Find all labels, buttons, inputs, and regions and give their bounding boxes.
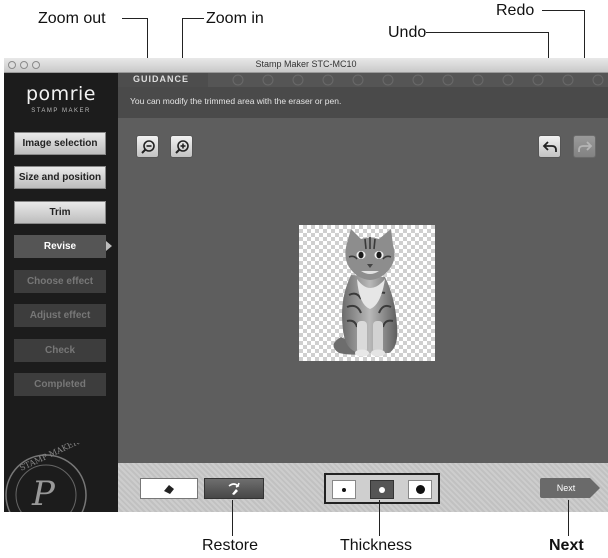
editing-canvas[interactable] — [118, 118, 608, 463]
step-label: Adjust effect — [29, 310, 91, 321]
thickness-group — [324, 473, 440, 504]
callout-line — [568, 500, 569, 536]
guidance-text: You can modify the trimmed area with the… — [130, 96, 342, 106]
callout-thickness: Thickness — [340, 537, 413, 554]
step-label: Completed — [34, 379, 86, 390]
guidance-panel: GUIDANCE You can modify the trimmed area… — [118, 73, 608, 118]
callout-zoom-out: Zoom out — [38, 10, 106, 27]
eraser-button[interactable] — [140, 478, 198, 499]
app-logo: pomrie — [26, 83, 96, 105]
callout-zoom-in: Zoom in — [206, 10, 264, 27]
trimmed-image-area[interactable] — [299, 225, 435, 361]
guidance-pattern — [118, 73, 608, 87]
callout-line — [426, 32, 549, 33]
small-dot-icon — [342, 487, 346, 492]
step-size-and-position[interactable]: Size and position — [14, 166, 106, 189]
svg-text:STAMP MAKER: STAMP MAKER — [18, 443, 81, 473]
undo-icon — [542, 140, 557, 152]
logo-subtitle: STAMP MAKER — [31, 108, 91, 114]
step-label: Revise — [43, 241, 77, 252]
step-label: Trim — [49, 207, 71, 218]
window-title: Stamp Maker STC-MC10 — [255, 59, 357, 69]
sidebar: pomrie STAMP MAKER Image selection Size … — [4, 73, 118, 512]
svg-text:P: P — [31, 474, 56, 512]
step-label: Choose effect — [26, 276, 94, 287]
zoom-out-icon — [140, 139, 155, 154]
callout-line — [542, 10, 585, 11]
callout-redo: Redo — [496, 2, 535, 19]
guidance-title: GUIDANCE — [133, 74, 190, 84]
callout-next: Next — [549, 537, 584, 554]
next-button-label: Next — [556, 483, 576, 493]
next-button[interactable]: Next — [540, 477, 602, 499]
thickness-medium-button[interactable] — [370, 480, 394, 499]
redo-button[interactable] — [573, 135, 596, 158]
step-trim[interactable]: Trim — [14, 201, 106, 224]
step-completed: Completed — [14, 373, 106, 396]
current-step-arrow-icon — [106, 241, 112, 251]
step-label: Check — [44, 345, 75, 356]
eraser-icon — [164, 484, 174, 494]
redo-icon — [577, 140, 592, 152]
undo-button[interactable] — [538, 135, 561, 158]
bottom-toolbar: Next — [118, 463, 608, 512]
title-bar: Stamp Maker STC-MC10 — [4, 58, 608, 73]
medium-dot-icon — [379, 486, 385, 493]
restore-button[interactable] — [204, 478, 264, 499]
step-adjust-effect: Adjust effect — [14, 304, 106, 327]
stamp-maker-seal-logo: STAMP MAKER P — [5, 443, 87, 512]
step-choose-effect: Choose effect — [14, 270, 106, 293]
restore-icon — [228, 482, 240, 495]
zoom-in-button[interactable] — [170, 135, 193, 158]
callout-line — [232, 500, 233, 536]
zoom-out-button[interactable] — [136, 135, 159, 158]
large-dot-icon — [415, 485, 425, 494]
callout-line — [379, 500, 380, 536]
cat-photo — [333, 229, 398, 357]
step-label: Image selection — [22, 138, 98, 149]
callout-line — [182, 18, 204, 19]
thickness-small-button[interactable] — [332, 480, 356, 499]
step-image-selection[interactable]: Image selection — [14, 132, 106, 155]
step-label: Size and position — [18, 172, 102, 183]
step-check: Check — [14, 339, 106, 362]
callout-undo: Undo — [388, 24, 427, 41]
thickness-large-button[interactable] — [408, 480, 432, 499]
step-revise[interactable]: Revise — [14, 235, 112, 258]
callout-line — [122, 18, 148, 19]
zoom-in-icon — [174, 139, 189, 154]
app-window: Stamp Maker STC-MC10 pomrie STAMP MAKER … — [4, 58, 608, 512]
callout-restore: Restore — [202, 537, 259, 554]
